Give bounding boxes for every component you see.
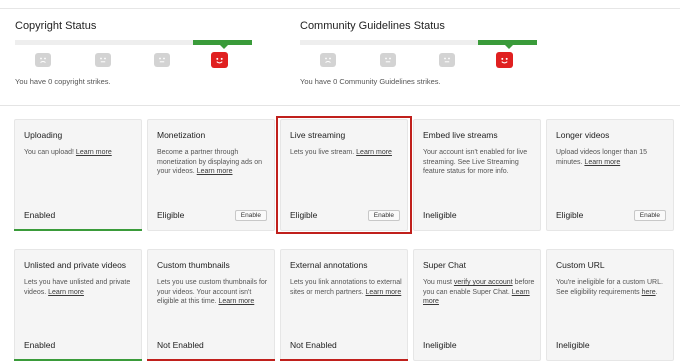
community-strike-count: You have 0 Community Guidelines strikes. — [300, 77, 441, 86]
punctuation: . — [655, 288, 658, 296]
feature-description: Lets you use custom thumbnails for your … — [157, 278, 269, 307]
verify-account-link[interactable]: verify your account — [454, 279, 513, 286]
feature-description: Lets you link annotations to external si… — [290, 278, 402, 297]
status-bar-green — [14, 229, 142, 231]
learn-more-link[interactable]: Learn more — [584, 159, 620, 166]
feature-card-unlisted-private: Unlisted and private videos Lets you hav… — [14, 249, 142, 361]
feature-description: You're ineligible for a custom URL. See … — [556, 278, 668, 297]
enable-monetization-button[interactable]: Enable — [234, 210, 267, 221]
feature-status: Eligible — [157, 210, 185, 220]
feature-description: You can upload! Learn more — [24, 148, 136, 158]
sad-face-icon — [320, 53, 336, 67]
happy-face-icon — [211, 52, 228, 68]
highlight-box — [276, 116, 412, 234]
feature-card-custom-url: Custom URL You're ineligible for a custo… — [546, 249, 674, 361]
feature-status: Ineligible — [423, 210, 457, 220]
copyright-strike-bar — [15, 40, 252, 49]
feature-title: Custom thumbnails — [157, 260, 230, 270]
feature-card-uploading: Uploading You can upload! Learn more Ena… — [14, 119, 142, 231]
status-bar-red — [280, 359, 408, 361]
feature-status: Ineligible — [423, 340, 457, 350]
top-divider — [0, 8, 680, 9]
eligibility-here-link[interactable]: here — [642, 289, 656, 296]
feature-description: Become a partner through monetization by… — [157, 148, 269, 177]
status-bar-red — [147, 359, 275, 361]
learn-more-link[interactable]: Learn more — [218, 298, 254, 305]
feature-status: Enabled — [24, 340, 56, 350]
community-status-title: Community Guidelines Status — [300, 20, 445, 32]
feature-status: Enabled — [24, 210, 56, 220]
copyright-status: Copyright Status You have 0 copyright st… — [15, 20, 255, 86]
strike-bar-notch — [505, 45, 513, 49]
feature-title: Longer videos — [556, 130, 610, 140]
feature-status: Not Enabled — [290, 340, 337, 350]
neutral-face-icon — [380, 53, 396, 67]
feature-title: Uploading — [24, 130, 63, 140]
learn-more-link[interactable]: Learn more — [365, 289, 401, 296]
community-strike-faces — [300, 52, 537, 69]
neutral-face-icon — [95, 53, 111, 67]
feature-card-custom-thumbnails: Custom thumbnails Lets you use custom th… — [147, 249, 275, 361]
community-guidelines-status: Community Guidelines Status You have 0 C… — [300, 20, 540, 86]
feature-description-text: You must — [423, 279, 452, 286]
learn-more-link[interactable]: Learn more — [197, 168, 233, 175]
feature-status: Eligible — [556, 210, 584, 220]
feature-description-text: You can upload! — [24, 149, 74, 156]
sad-face-icon — [35, 53, 51, 67]
feature-title: Embed live streams — [423, 130, 498, 140]
feature-status: Not Enabled — [157, 340, 204, 350]
feature-description: You must verify your account before you … — [423, 278, 535, 307]
feature-card-super-chat: Super Chat You must verify your account … — [413, 249, 541, 361]
neutral-face-icon — [154, 53, 170, 67]
feature-title: Unlisted and private videos — [24, 260, 127, 270]
copyright-strike-count: You have 0 copyright strikes. — [15, 77, 111, 86]
happy-face-icon — [496, 52, 513, 68]
feature-card-embed-live-streams: Embed live streams Your account isn't en… — [413, 119, 541, 231]
enable-longer-videos-button[interactable]: Enable — [633, 210, 666, 221]
community-strike-bar — [300, 40, 537, 49]
learn-more-link[interactable]: Learn more — [48, 289, 84, 296]
feature-description: Your account isn't enabled for live stre… — [423, 149, 528, 175]
feature-card-longer-videos: Longer videos Upload videos longer than … — [546, 119, 674, 231]
learn-more-link[interactable]: Learn more — [76, 149, 112, 156]
feature-card-external-annotations: External annotations Lets you link annot… — [280, 249, 408, 361]
feature-card-monetization: Monetization Become a partner through mo… — [147, 119, 275, 231]
copyright-strike-faces — [15, 52, 252, 69]
feature-title: Custom URL — [556, 260, 605, 270]
feature-description: Lets you have unlisted and private video… — [24, 278, 136, 297]
strike-bar-notch — [220, 45, 228, 49]
section-divider — [0, 105, 680, 106]
feature-title: Monetization — [157, 130, 206, 140]
feature-status: Ineligible — [556, 340, 590, 350]
feature-title: Super Chat — [423, 260, 466, 270]
status-bar-green — [14, 359, 142, 361]
feature-description: Upload videos longer than 15 minutes. Le… — [556, 148, 668, 167]
copyright-status-title: Copyright Status — [15, 20, 97, 32]
feature-title: External annotations — [290, 260, 368, 270]
neutral-face-icon — [439, 53, 455, 67]
